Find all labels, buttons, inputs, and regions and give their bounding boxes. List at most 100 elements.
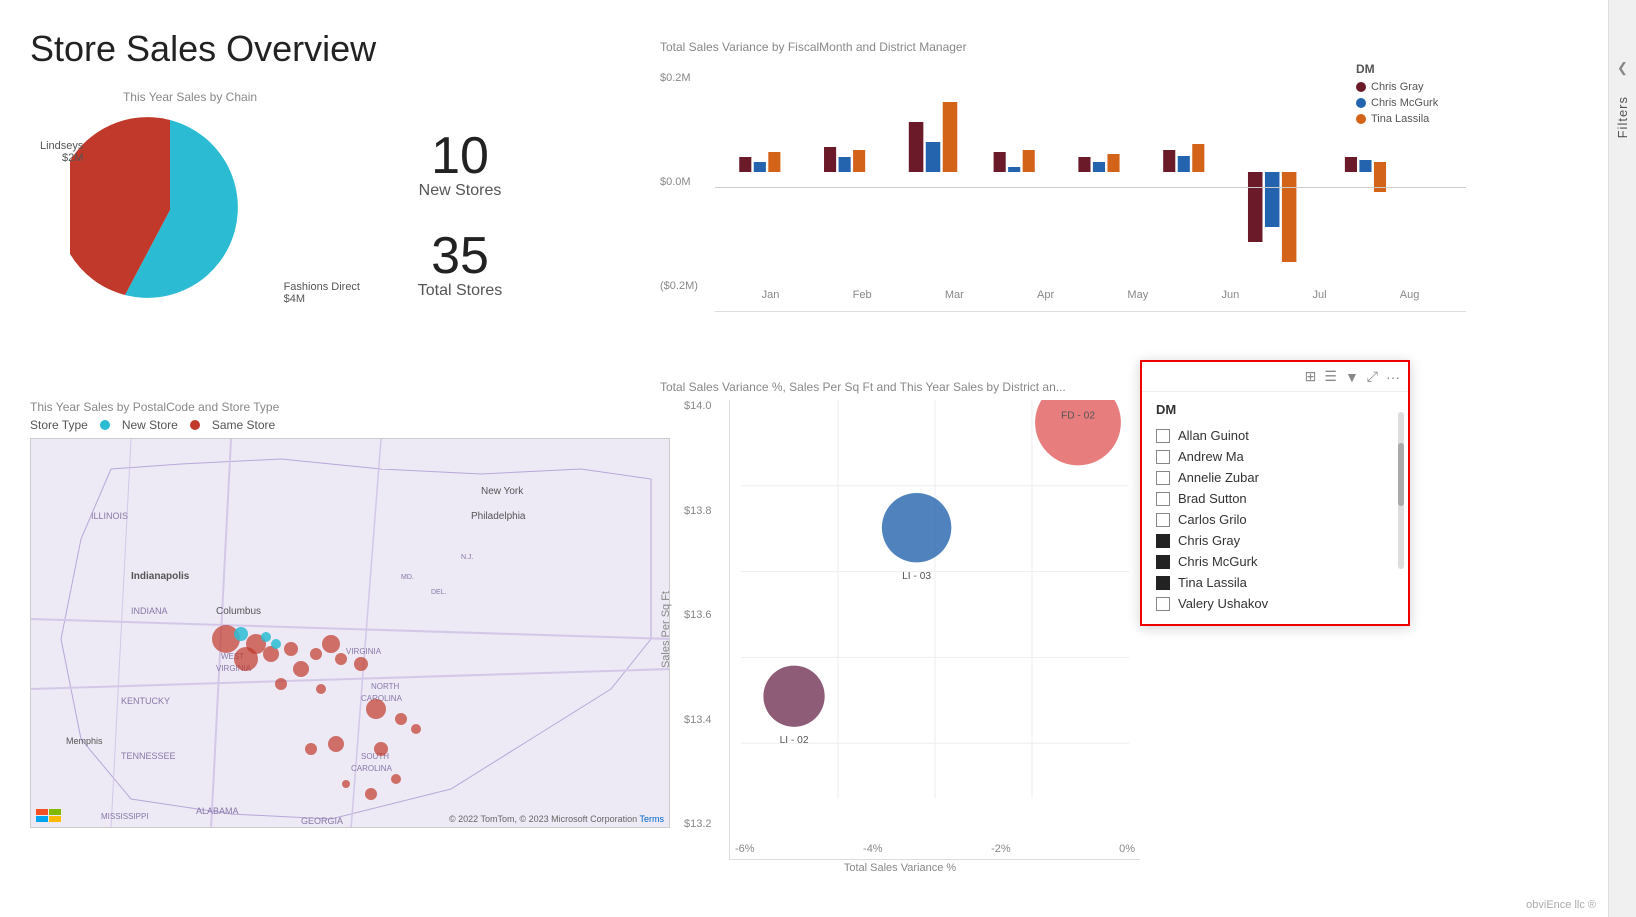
filters-tab-label[interactable]: Filters [1615,96,1630,138]
scatter-y-tick-2: $13.6 [684,609,729,621]
svg-text:LI - 02: LI - 02 [780,735,809,746]
scatter-x-tick-2: -2% [991,843,1011,855]
move-icon[interactable]: ⊞ [1305,368,1317,385]
filter-item-7[interactable]: Tina Lassila [1156,572,1394,593]
svg-text:KENTUCKY: KENTUCKY [121,696,170,706]
filter-popup-body: DM Allan Guinot Andrew Ma Annelie Zubar … [1142,392,1408,624]
filter-label-4: Carlos Grilo [1178,512,1247,527]
svg-text:Indianapolis: Indianapolis [131,571,190,582]
scatter-title: Total Sales Variance %, Sales Per Sq Ft … [660,380,1140,394]
filter-checkbox-7[interactable] [1156,576,1170,590]
store-type-label: Store Type [30,418,88,432]
total-stores-label: Total Stores [380,282,540,300]
filter-item-4[interactable]: Carlos Grilo [1156,509,1394,530]
svg-text:Philadelphia: Philadelphia [471,511,526,522]
filter-checkbox-4[interactable] [1156,513,1170,527]
scatter-svg: FD - 02 LI - 03 LI - 02 [730,400,1140,829]
bar-chart-section: Total Sales Variance by FiscalMonth and … [660,40,1466,360]
new-store-label: New Store [122,418,178,432]
pie-value-lindseys: $2M [62,152,83,164]
filter-more-icon[interactable]: ··· [1386,369,1400,385]
svg-text:CAROLINA: CAROLINA [351,764,393,773]
filter-checkbox-1[interactable] [1156,450,1170,464]
filter-funnel-icon[interactable]: ▼ [1345,369,1359,385]
new-store-dot [100,420,110,430]
scatter-area: Sales Per Sq Ft $14.0 $13.8 $13.6 $13.4 … [660,400,1140,860]
scatter-y-tick-4: $13.2 [684,818,729,830]
filter-expand-icon[interactable]: ⤢ [1367,368,1378,385]
filter-item-8[interactable]: Valery Ushakov [1156,593,1394,614]
scatter-x-tick-0: -6% [735,843,755,855]
scatter-y-tick-1: $13.8 [684,505,729,517]
filter-checkbox-0[interactable] [1156,429,1170,443]
scatter-y-label: Sales Per Sq Ft [660,591,672,668]
x-label-jan: Jan [762,289,780,301]
filter-item-6[interactable]: Chris McGurk [1156,551,1394,572]
svg-text:ALABAMA: ALABAMA [196,806,239,816]
scatter-x-label: Total Sales Variance % [660,862,1140,874]
filter-popup-header: ⊞ ☰ ▼ ⤢ ··· [1142,362,1408,392]
svg-text:INDIANA: INDIANA [131,606,168,616]
svg-text:New York: New York [481,486,524,497]
filter-checkbox-8[interactable] [1156,597,1170,611]
legend-title: DM [1356,62,1466,76]
filter-dm-label: DM [1156,402,1394,417]
x-label-aug: Aug [1400,289,1420,301]
filter-label-2: Annelie Zubar [1178,470,1259,485]
filter-checkbox-5[interactable] [1156,534,1170,548]
map-container[interactable]: ILLINOIS INDIANA WEST VIRGINIA KENTUCKY … [30,438,670,828]
new-stores-label: New Stores [380,182,540,200]
svg-text:VIRGINIA: VIRGINIA [346,647,382,656]
x-label-jun: Jun [1221,289,1239,301]
map-title: This Year Sales by PostalCode and Store … [30,400,670,414]
map-copyright: © 2022 TomTom, © 2023 Microsoft Corporat… [449,814,637,824]
x-label-mar: Mar [945,289,964,301]
filter-item-5[interactable]: Chris Gray [1156,530,1394,551]
filter-popup: ⊞ ☰ ▼ ⤢ ··· DM Allan Guinot Andrew Ma An… [1140,360,1410,626]
filter-label-1: Andrew Ma [1178,449,1244,464]
legend-label-tinalassila: Tina Lassila [1371,113,1429,125]
filter-scrollbar[interactable] [1398,412,1404,569]
scatter-x-tick-1: -4% [863,843,883,855]
pie-label-lindseys: Lindseys [40,140,83,152]
x-label-may: May [1127,289,1148,301]
x-label-apr: Apr [1037,289,1054,301]
filter-label-6: Chris McGurk [1178,554,1257,569]
svg-text:Memphis: Memphis [66,736,103,746]
scatter-section: Total Sales Variance %, Sales Per Sq Ft … [660,380,1140,890]
pie-chart-svg [70,110,270,310]
x-label-feb: Feb [853,289,872,301]
filter-scrollbar-thumb[interactable] [1398,443,1404,506]
filter-item-1[interactable]: Andrew Ma [1156,446,1394,467]
store-type-legend: Store Type New Store Same Store [30,418,670,432]
y-label-mid: $0.0M [660,176,715,188]
filter-checkbox-6[interactable] [1156,555,1170,569]
legend-dot-chrisgray [1356,82,1366,92]
y-label-top: $0.2M [660,72,715,84]
same-store-dot [190,420,200,430]
svg-text:ILLINOIS: ILLINOIS [91,511,128,521]
svg-text:TENNESSEE: TENNESSEE [121,751,176,761]
filter-item-0[interactable]: Allan Guinot [1156,425,1394,446]
filter-label-7: Tina Lassila [1178,575,1247,590]
filter-checkbox-3[interactable] [1156,492,1170,506]
stores-section: 10 New Stores 35 Total Stores [380,130,540,330]
svg-text:MISSISSIPPI: MISSISSIPPI [101,812,149,821]
filter-item-3[interactable]: Brad Sutton [1156,488,1394,509]
chevron-left-icon: ❮ [1617,60,1628,76]
filter-checkbox-2[interactable] [1156,471,1170,485]
x-label-jul: Jul [1312,289,1326,301]
filter-label-8: Valery Ushakov [1178,596,1268,611]
svg-text:LI - 03: LI - 03 [902,571,931,582]
filter-item-2[interactable]: Annelie Zubar [1156,467,1394,488]
y-label-bot: ($0.2M) [660,280,715,292]
legend-item-tinalassila: Tina Lassila [1356,113,1466,125]
pie-label-fashions: Fashions Direct [284,281,360,293]
page-title: Store Sales Overview [30,28,376,70]
filters-tab[interactable]: ❮ Filters [1608,0,1636,917]
legend-label-chrisgray: Chris Gray [1371,81,1424,93]
bar-chart-legend: DM Chris Gray Chris McGurk Tina Lassila [1356,62,1466,129]
filter-menu-icon[interactable]: ☰ [1324,368,1337,385]
svg-text:GEORGIA: GEORGIA [301,816,343,826]
svg-text:DEL.: DEL. [431,589,447,596]
